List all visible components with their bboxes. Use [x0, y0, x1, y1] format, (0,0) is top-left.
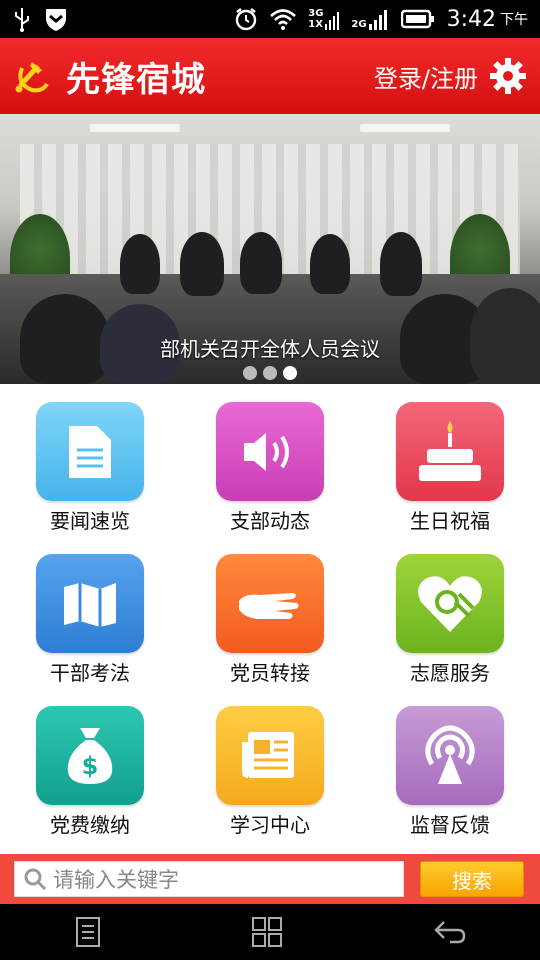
banner-photo-detail: [120, 234, 160, 294]
hand-icon: [216, 554, 324, 653]
broadcast-icon: [396, 706, 504, 805]
carousel-dot[interactable]: [243, 366, 257, 380]
app-title: 先锋宿城: [66, 59, 206, 100]
status-right: 3G 1X 2G 3:42 下午: [234, 7, 528, 32]
header-actions: 登录/注册: [374, 56, 528, 96]
menu-icon[interactable]: [74, 916, 102, 948]
carousel-indicators: [0, 366, 540, 380]
network-2g-label: 2G: [351, 19, 367, 30]
tile-volunteer-service[interactable]: 志愿服务: [360, 536, 540, 686]
tile-study-center[interactable]: 学习中心: [180, 688, 360, 838]
wifi-icon: [270, 9, 297, 30]
tile-label: 干部考法: [50, 661, 130, 685]
heart-emblem-icon: [396, 554, 504, 653]
search-input[interactable]: 请输入关键字: [14, 861, 404, 897]
feature-grid: 要闻速览 支部动态 生日祝福 干部考法 党员转接 志愿服务 $ 党费缴纳 学习中…: [0, 384, 540, 854]
cake-icon: [396, 402, 504, 501]
banner-photo-detail: [380, 232, 422, 296]
app-header: 先锋宿城 登录/注册: [0, 38, 540, 114]
login-register-link[interactable]: 登录/注册: [374, 59, 478, 94]
battery-icon: [400, 9, 434, 29]
status-ampm: 下午: [500, 12, 528, 28]
banner-photo-detail: [240, 232, 282, 294]
back-icon[interactable]: [432, 918, 466, 946]
signal-2g: 2G: [351, 8, 388, 30]
carousel-dot[interactable]: [263, 366, 277, 380]
search-button[interactable]: 搜索: [420, 861, 524, 897]
tile-label: 要闻速览: [50, 509, 130, 533]
alarm-icon: [236, 8, 257, 31]
tile-label: 学习中心: [230, 813, 310, 837]
banner-photo-detail: [180, 232, 224, 296]
tile-label: 支部动态: [230, 509, 310, 533]
banner-photo-detail: [310, 234, 350, 294]
home-grid-icon[interactable]: [251, 916, 283, 948]
party-emblem-icon: [15, 62, 49, 93]
banner-photo-detail: [360, 124, 450, 132]
system-nav-bar: [0, 904, 540, 960]
map-icon: [36, 554, 144, 653]
tile-label: 监督反馈: [410, 813, 490, 837]
speaker-icon: [216, 402, 324, 501]
tile-supervision-feedback[interactable]: 监督反馈: [360, 688, 540, 838]
tile-branch-news[interactable]: 支部动态: [180, 384, 360, 534]
tile-member-transfer[interactable]: 党员转接: [180, 536, 360, 686]
tile-news-overview[interactable]: 要闻速览: [0, 384, 180, 534]
search-placeholder: 请输入关键字: [53, 868, 179, 892]
tile-birthday-wishes[interactable]: 生日祝福: [360, 384, 540, 534]
signal-bars-icon: [368, 10, 387, 30]
tile-label: 生日祝福: [410, 509, 490, 533]
network-1x-label: 1X: [308, 19, 323, 30]
usb-icon: [15, 8, 29, 32]
search-bar: 请输入关键字 搜索: [0, 854, 540, 904]
document-icon: [36, 402, 144, 501]
signal-bars-icon: [325, 12, 340, 30]
search-icon: [24, 868, 47, 891]
banner-caption: 部机关召开全体人员会议: [160, 337, 380, 361]
tile-label: 党费缴纳: [50, 813, 130, 837]
newspaper-icon: [216, 706, 324, 805]
tile-label: 党员转接: [230, 661, 310, 685]
banner-photo-detail: [90, 124, 180, 132]
tile-cadre-exam[interactable]: 干部考法: [0, 536, 180, 686]
news-banner[interactable]: 部机关召开全体人员会议: [0, 114, 540, 384]
tile-dues-payment[interactable]: $ 党费缴纳: [0, 688, 180, 838]
status-bar: 3G 1X 2G 3:42 下午: [0, 0, 540, 38]
shield-icon: [46, 9, 66, 31]
tile-label: 志愿服务: [410, 661, 490, 685]
status-time: 3:42: [446, 6, 496, 32]
carousel-dot-active[interactable]: [283, 366, 297, 380]
signal-3g-1x: 3G 1X: [308, 8, 340, 30]
network-3g-label: 3G: [308, 8, 324, 19]
money-bag-icon: $: [36, 706, 144, 805]
svg-text:$: $: [82, 752, 99, 780]
status-left: [12, 6, 68, 32]
settings-gear-icon[interactable]: [488, 56, 528, 96]
